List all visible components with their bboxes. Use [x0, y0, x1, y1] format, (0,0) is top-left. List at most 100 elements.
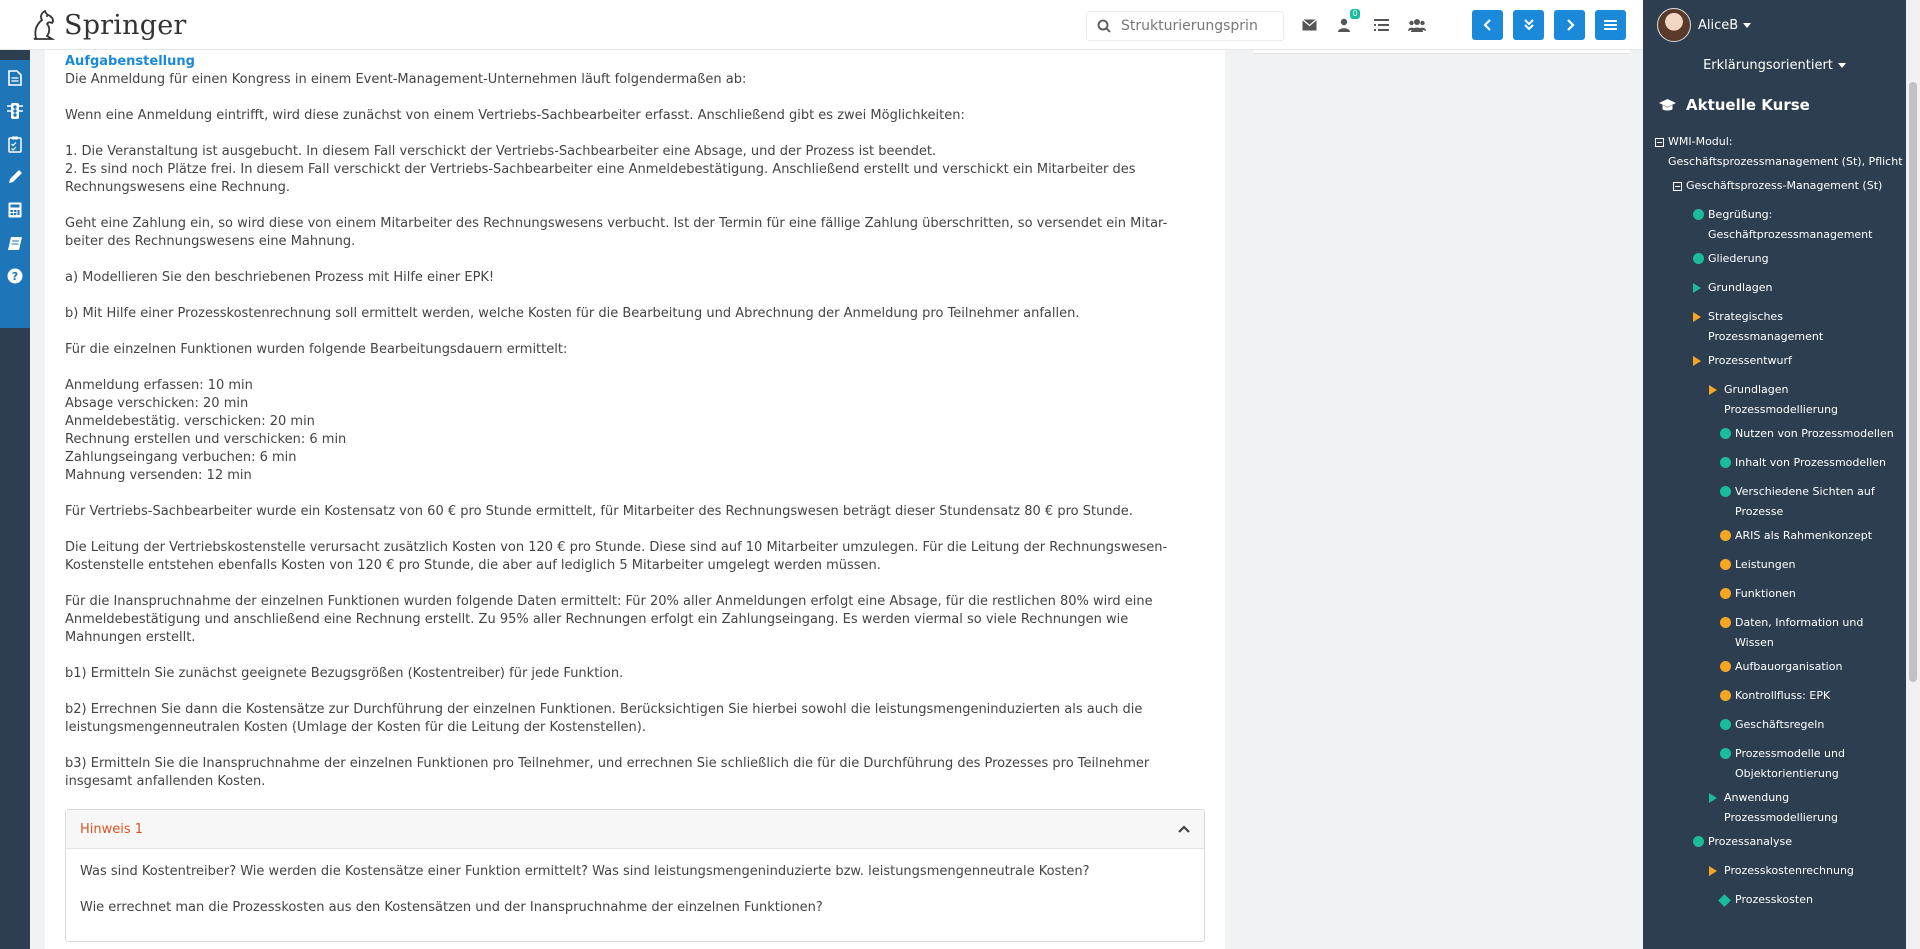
hint-header[interactable]: Hinweis 1 — [66, 810, 1204, 849]
exercise-paragraph: a) Modellieren Sie den beschriebenen Pro… — [65, 270, 495, 285]
hint-body: Was sind Kostentreiber? Wie werden die K… — [66, 849, 1204, 941]
mode-selector[interactable]: Erklärungsorientiert — [1643, 58, 1906, 73]
status-dot-icon — [1693, 253, 1704, 264]
tree-item-label: ARIS als Rahmenkonzept — [1735, 529, 1873, 542]
tree-item[interactable]: Geschäftsregeln — [1720, 715, 1824, 735]
tree-item[interactable]: Prozessanalyse — [1693, 832, 1792, 852]
exercise-paragraph: Für die Inanspruchnahme der einzelnen Fu… — [65, 594, 1153, 645]
tree-item[interactable]: Grundlagen — [1693, 278, 1773, 298]
graduation-cap-icon — [1659, 98, 1676, 110]
springer-horse-icon — [33, 9, 56, 40]
search-input[interactable] — [1121, 18, 1271, 34]
status-dot-icon — [1720, 457, 1731, 468]
section-title: Aufgabenstellung — [65, 54, 195, 69]
checklist-icon[interactable] — [0, 129, 30, 159]
tree-item-label: Verschiedene Sichten auf Prozesse — [1735, 485, 1875, 518]
envelope-icon[interactable] — [1298, 14, 1320, 36]
springer-logo[interactable]: Springer — [28, 6, 186, 44]
tree-item[interactable]: Strategisches Prozessmanagement — [1693, 307, 1823, 347]
next-button[interactable] — [1554, 10, 1585, 40]
tree-item-label: Funktionen — [1735, 587, 1796, 600]
scrollbar-thumb[interactable] — [1909, 82, 1917, 682]
double-chevron-down-icon — [1523, 19, 1534, 31]
tree-item[interactable]: Aufbauorganisation — [1720, 657, 1842, 677]
calculator-icon[interactable] — [0, 195, 30, 225]
expand-down-button[interactable] — [1513, 10, 1544, 40]
chevron-right-icon — [1566, 19, 1575, 31]
status-dot-icon — [1720, 530, 1731, 541]
courses-heading: Aktuelle Kurse — [1659, 96, 1810, 114]
menu-icon — [1604, 20, 1617, 30]
search-icon[interactable] — [1087, 19, 1121, 33]
tree-item[interactable]: Prozesskosten — [1718, 890, 1813, 910]
status-dot-icon — [1693, 209, 1704, 220]
tree-item[interactable]: Funktionen — [1720, 584, 1796, 604]
tree-item-label: Geschäftsregeln — [1735, 718, 1825, 731]
tree-item[interactable]: Geschäftsprozess-Management (St) — [1673, 176, 1882, 196]
exercise-paragraph: 1. Die Veranstaltung ist ausgebucht. In … — [65, 144, 1136, 195]
collapse-box-icon — [1673, 182, 1682, 191]
tree-item[interactable]: Inhalt von Prozessmodellen — [1720, 453, 1886, 473]
search-box[interactable] — [1086, 11, 1284, 41]
tree-item-label: Prozesskostenrechnung — [1724, 864, 1854, 877]
courses-title: Aktuelle Kurse — [1686, 96, 1810, 114]
pencil-icon[interactable] — [0, 162, 30, 192]
exercise-paragraph: Anmeldung erfassen: 10 min Absage versch… — [65, 378, 347, 483]
tree-item[interactable]: Begrüßung: Geschäftprozessmanagement — [1693, 205, 1872, 245]
document-icon[interactable] — [0, 63, 30, 93]
tree-item-label: Grundlagen — [1708, 281, 1773, 294]
status-dot-icon — [1720, 690, 1731, 701]
tree-item[interactable]: Kontrollfluss: EPK — [1720, 686, 1830, 706]
svg-text:?: ? — [12, 270, 18, 283]
logo-text: Springer — [64, 9, 187, 41]
avatar — [1657, 8, 1691, 42]
diamond-icon — [1718, 894, 1731, 907]
tree-item[interactable]: Nutzen von Prozessmodellen — [1720, 424, 1894, 444]
exercise-paragraph: Die Anmeldung für einen Kongress in eine… — [65, 72, 747, 87]
sidebar-scrollbar[interactable] — [1906, 0, 1920, 949]
tool-icon-panel: ? — [0, 60, 30, 328]
tree-item[interactable]: Prozesskostenrechnung — [1709, 861, 1854, 881]
triangle-icon — [1709, 793, 1717, 803]
menu-button[interactable] — [1595, 10, 1626, 40]
tree-item-label: Prozessentwurf — [1708, 354, 1792, 367]
collapse-box-icon — [1655, 138, 1664, 147]
tree-item[interactable]: Prozessentwurf — [1693, 351, 1792, 371]
username: AliceB — [1698, 17, 1739, 33]
top-bar: Springer 0 — [0, 0, 1643, 50]
user-menu[interactable]: AliceB — [1657, 8, 1752, 42]
status-dot-icon — [1720, 588, 1731, 599]
exercise-paragraph: b2) Errechnen Sie dann die Kostensätze z… — [65, 702, 1143, 735]
exercise-paragraph: b) Mit Hilfe einer Prozesskostenrechnung… — [65, 306, 1080, 321]
triangle-icon — [1693, 312, 1701, 322]
navigation-buttons — [1472, 10, 1636, 40]
tree-item[interactable]: WMI-Modul: Geschäftsprozessmanagement (S… — [1655, 132, 1903, 172]
caret-down-icon — [1837, 63, 1846, 68]
list-icon[interactable] — [1370, 14, 1392, 36]
tree-item[interactable]: Grundlagen Prozessmodellierung — [1709, 380, 1838, 420]
tree-item[interactable]: Anwendung Prozessmodellierung — [1709, 788, 1838, 828]
chevron-up-icon[interactable] — [1178, 825, 1190, 833]
book-icon[interactable] — [0, 228, 30, 258]
triangle-icon — [1693, 356, 1701, 366]
exercise-paragraph: Die Leitung der Vertriebskostenstelle ve… — [65, 540, 1168, 573]
tree-item[interactable]: ARIS als Rahmenkonzept — [1720, 526, 1872, 546]
traffic-light-icon[interactable] — [0, 96, 30, 126]
triangle-icon — [1693, 283, 1701, 293]
tree-item[interactable]: Prozessmodelle und Objektorientierung — [1720, 744, 1845, 784]
tree-item[interactable]: Verschiedene Sichten auf Prozesse — [1720, 482, 1875, 522]
help-icon[interactable]: ? — [0, 261, 30, 291]
user-badge-icon[interactable]: 0 — [1334, 9, 1360, 36]
exercise-paragraph: Für die einzelnen Funktionen wurden folg… — [65, 342, 568, 357]
tree-item[interactable]: Gliederung — [1693, 249, 1769, 269]
tree-item-label: Leistungen — [1735, 558, 1796, 571]
tree-item-label: Prozesskosten — [1735, 893, 1813, 906]
users-icon[interactable] — [1406, 14, 1428, 36]
tree-item[interactable]: Leistungen — [1720, 555, 1795, 575]
tree-item[interactable]: Daten, Information und Wissen — [1720, 613, 1863, 653]
top-icon-group: 0 — [1298, 9, 1428, 36]
previous-button[interactable] — [1472, 10, 1503, 40]
triangle-icon — [1709, 385, 1717, 395]
tree-item-label: Begrüßung: Geschäftprozessmanagement — [1708, 208, 1873, 241]
tree-item-label: WMI-Modul: Geschäftsprozessmanagement (S… — [1668, 135, 1903, 168]
